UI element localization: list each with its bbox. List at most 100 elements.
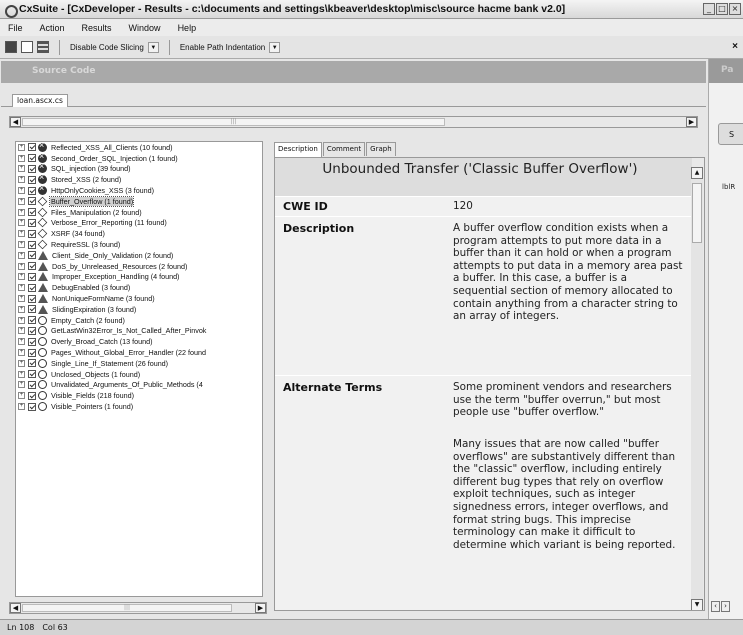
checkbox[interactable] bbox=[28, 348, 36, 357]
checkbox[interactable] bbox=[28, 380, 36, 389]
minimize-button[interactable]: _ bbox=[703, 3, 715, 15]
scroll-down-icon[interactable]: ▼ bbox=[691, 599, 703, 610]
checkbox[interactable] bbox=[28, 305, 36, 314]
chevron-down-icon[interactable]: ▼ bbox=[269, 41, 281, 53]
tree-item[interactable]: + Client_Side_Only_Validation (2 found) bbox=[16, 250, 262, 261]
checkbox[interactable] bbox=[28, 294, 36, 303]
checkbox[interactable] bbox=[28, 262, 36, 271]
tree-item[interactable]: + Verbose_Error_Reporting (11 found) bbox=[16, 218, 262, 229]
expand-icon[interactable]: + bbox=[18, 251, 25, 259]
tree-item[interactable]: + Empty_Catch (2 found) bbox=[16, 315, 262, 326]
tree-item[interactable]: + XSRF (34 found) bbox=[16, 228, 262, 239]
expand-icon[interactable]: + bbox=[18, 338, 25, 346]
expand-icon[interactable]: + bbox=[18, 305, 25, 313]
tree-item[interactable]: + Pages_Without_Global_Error_Handler (22 … bbox=[16, 347, 262, 358]
checkbox[interactable] bbox=[28, 251, 36, 260]
tree-item[interactable]: + Files_Manipulation (2 found) bbox=[16, 207, 262, 218]
tree-item[interactable]: + Unclosed_Objects (1 found) bbox=[16, 369, 262, 380]
scroll-right-icon[interactable]: › bbox=[721, 601, 730, 612]
tree-horizontal-scrollbar[interactable]: ◀ ||| ▶ bbox=[9, 602, 267, 614]
tree-item[interactable]: + Second_Order_SQL_Injection (1 found) bbox=[16, 153, 262, 164]
checkbox[interactable] bbox=[28, 208, 36, 217]
expand-icon[interactable]: + bbox=[18, 143, 25, 151]
expand-icon[interactable]: + bbox=[18, 349, 25, 357]
source-horizontal-scrollbar[interactable]: ◀ ||| ▶ bbox=[9, 116, 698, 128]
expand-icon[interactable]: + bbox=[18, 241, 25, 249]
checkbox[interactable] bbox=[28, 359, 36, 368]
checkbox[interactable] bbox=[28, 197, 36, 206]
right-panel-scrollbar[interactable]: ‹ › bbox=[711, 601, 743, 612]
tree-item[interactable]: + Visible_Fields (218 found) bbox=[16, 390, 262, 401]
expand-icon[interactable]: + bbox=[18, 230, 25, 238]
tree-item[interactable]: + Single_Line_If_Statement (26 found) bbox=[16, 358, 262, 369]
checkbox[interactable] bbox=[28, 164, 36, 173]
tree-item[interactable]: + Reflected_XSS_All_Clients (10 found) bbox=[16, 142, 262, 153]
tree-item[interactable]: + SlidingExpiration (3 found) bbox=[16, 304, 262, 315]
checkbox[interactable] bbox=[28, 402, 36, 411]
menu-results[interactable]: Results bbox=[82, 23, 112, 33]
document-icon[interactable] bbox=[21, 41, 33, 53]
checkbox[interactable] bbox=[28, 272, 36, 281]
tree-item[interactable]: + RequireSSL (3 found) bbox=[16, 239, 262, 250]
expand-icon[interactable]: + bbox=[18, 381, 25, 389]
file-tab[interactable]: loan.ascx.cs bbox=[12, 94, 68, 107]
expand-icon[interactable]: + bbox=[18, 284, 25, 292]
chevron-down-icon[interactable]: ▼ bbox=[147, 41, 159, 53]
code-slicing-dropdown[interactable]: Disable Code Slicing ▼ bbox=[66, 40, 163, 55]
checkbox[interactable] bbox=[28, 218, 36, 227]
save-icon[interactable] bbox=[5, 41, 17, 53]
scrollbar-thumb[interactable]: ||| bbox=[22, 118, 445, 126]
expand-icon[interactable]: + bbox=[18, 187, 25, 195]
tree-item[interactable]: + Stored_XSS (2 found) bbox=[16, 174, 262, 185]
menu-window[interactable]: Window bbox=[129, 23, 161, 33]
checkbox[interactable] bbox=[28, 229, 36, 238]
checkbox[interactable] bbox=[28, 316, 36, 325]
close-icon[interactable]: × bbox=[732, 41, 738, 52]
expand-icon[interactable]: + bbox=[18, 176, 25, 184]
checkbox[interactable] bbox=[28, 326, 36, 335]
checkbox[interactable] bbox=[28, 370, 36, 379]
scrollbar-thumb[interactable]: ||| bbox=[22, 604, 232, 612]
library-icon[interactable] bbox=[37, 41, 49, 53]
checkbox[interactable] bbox=[28, 175, 36, 184]
tree-item[interactable]: + Unvalidated_Arguments_Of_Public_Methods… bbox=[16, 380, 262, 391]
tree-item[interactable]: + DebugEnabled (3 found) bbox=[16, 282, 262, 293]
path-indentation-dropdown[interactable]: Enable Path Indentation ▼ bbox=[176, 40, 284, 55]
checkbox[interactable] bbox=[28, 240, 36, 249]
checkbox[interactable] bbox=[28, 283, 36, 292]
tree-item[interactable]: + SQL_injection (39 found) bbox=[16, 164, 262, 175]
checkbox[interactable] bbox=[28, 154, 36, 163]
menu-help[interactable]: Help bbox=[178, 23, 197, 33]
description-vertical-scrollbar[interactable]: ▲ ▼ bbox=[691, 167, 703, 610]
tab-description[interactable]: Description bbox=[274, 142, 322, 157]
tree-item[interactable]: + DoS_by_Unreleased_Resources (2 found) bbox=[16, 261, 262, 272]
tree-item[interactable]: + NonUniqueFormName (3 found) bbox=[16, 293, 262, 304]
right-panel-button[interactable]: S bbox=[718, 123, 743, 145]
scroll-left-icon[interactable]: ◀ bbox=[10, 603, 21, 613]
expand-icon[interactable]: + bbox=[18, 327, 25, 335]
scroll-right-icon[interactable]: ▶ bbox=[255, 603, 266, 613]
maximize-button[interactable]: □ bbox=[716, 3, 728, 15]
expand-icon[interactable]: + bbox=[18, 295, 25, 303]
expand-icon[interactable]: + bbox=[18, 219, 25, 227]
expand-icon[interactable]: + bbox=[18, 316, 25, 324]
checkbox[interactable] bbox=[28, 143, 36, 152]
checkbox[interactable] bbox=[28, 337, 36, 346]
expand-icon[interactable]: + bbox=[18, 273, 25, 281]
expand-icon[interactable]: + bbox=[18, 262, 25, 270]
expand-icon[interactable]: + bbox=[18, 403, 25, 411]
expand-icon[interactable]: + bbox=[18, 165, 25, 173]
scroll-up-icon[interactable]: ▲ bbox=[691, 167, 703, 179]
tree-item-selected[interactable]: + Buffer_Overflow (1 found) bbox=[16, 195, 262, 207]
tree-item[interactable]: + Improper_Exception_Handling (4 found) bbox=[16, 272, 262, 283]
tab-comment[interactable]: Comment bbox=[322, 142, 366, 156]
expand-icon[interactable]: + bbox=[18, 359, 25, 367]
expand-icon[interactable]: + bbox=[18, 154, 25, 162]
tab-graph[interactable]: Graph bbox=[366, 142, 396, 156]
tree-item[interactable]: + Overly_Broad_Catch (13 found) bbox=[16, 336, 262, 347]
scrollbar-thumb[interactable] bbox=[692, 183, 702, 243]
checkbox[interactable] bbox=[28, 186, 36, 195]
tree-item[interactable]: + HttpOnlyCookies_XSS (3 found) bbox=[16, 185, 262, 196]
scroll-left-icon[interactable]: ‹ bbox=[711, 601, 720, 612]
expand-icon[interactable]: + bbox=[18, 392, 25, 400]
